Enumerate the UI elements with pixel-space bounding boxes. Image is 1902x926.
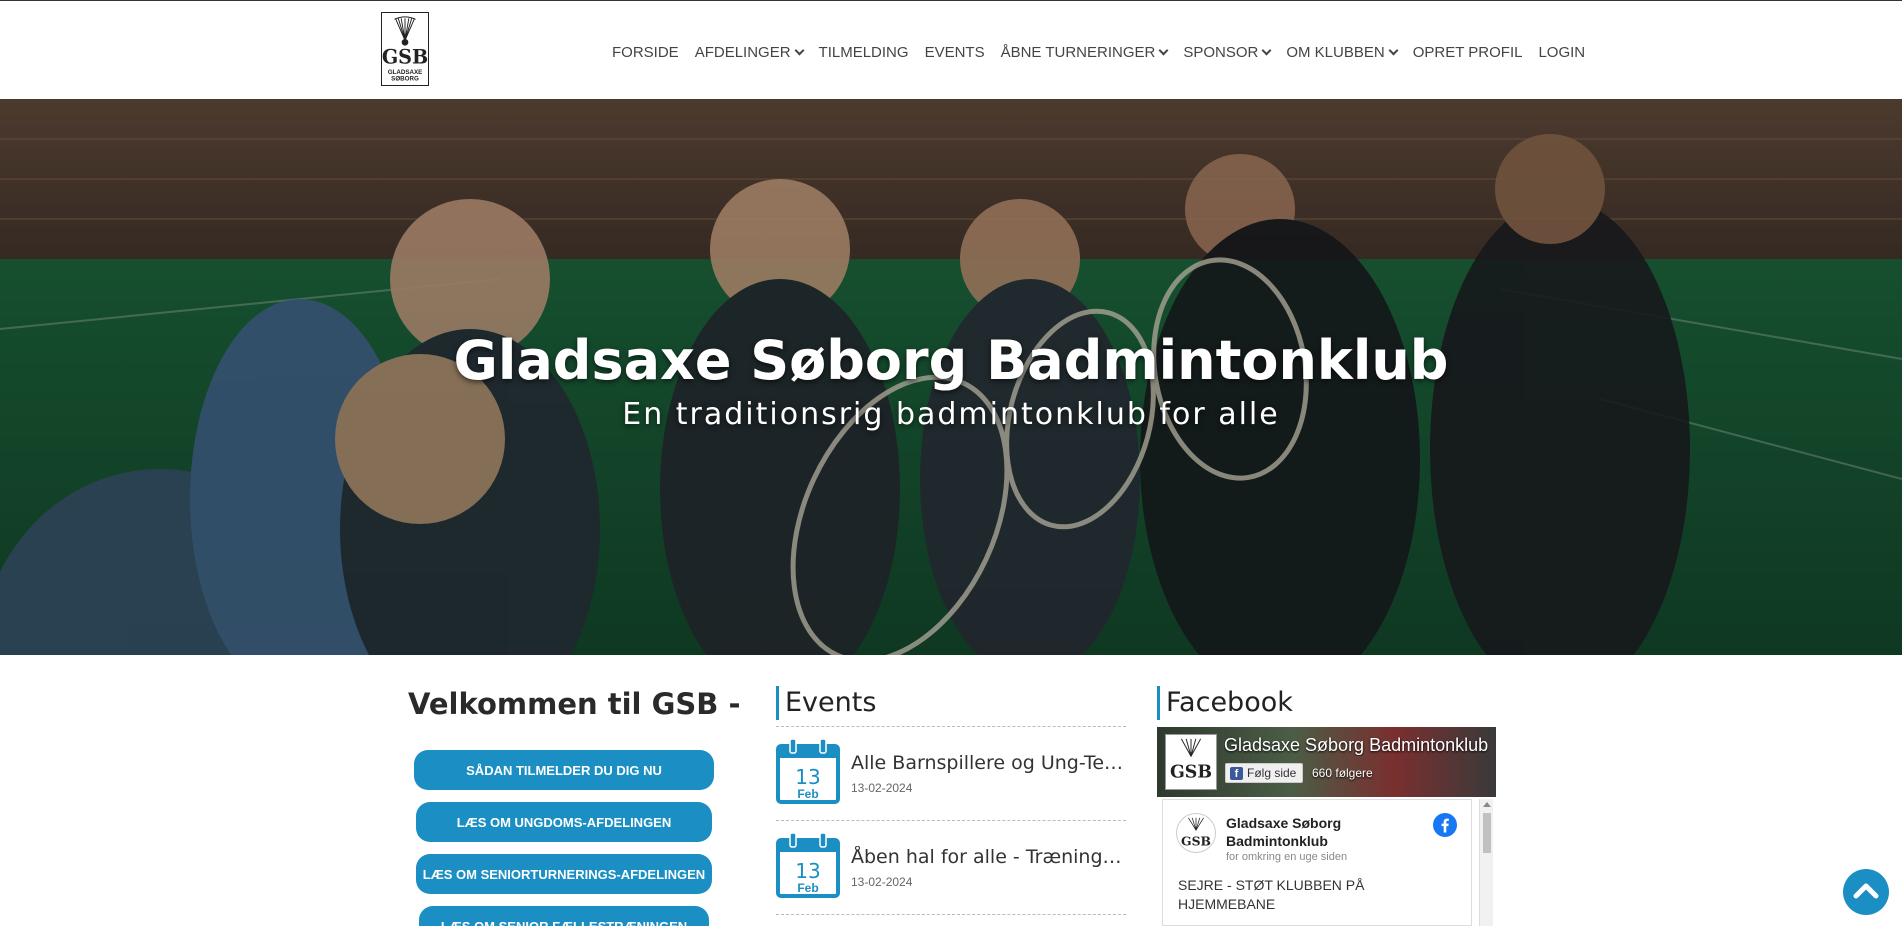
nav-sponsor[interactable]: SPONSOR [1183,43,1272,61]
nav-label: FORSIDE [612,43,679,61]
nav-afdelinger[interactable]: AFDELINGER [694,43,804,61]
post-timestamp: for omkring en uge siden [1226,851,1348,863]
nav-label: EVENTS [924,43,985,61]
svg-text:GSB: GSB [1181,833,1211,848]
event-date: 13-02-2024 [851,875,913,889]
chevron-down-icon [1158,45,1169,55]
nav-label: SPONSOR [1183,43,1259,61]
nav-label: AFDELINGER [694,43,791,61]
svg-text:SØBORG: SØBORG [391,76,419,83]
facebook-widget: GSB Gladsaxe Søborg Badmintonklub f Følg… [1157,727,1496,926]
event-day: 13 [795,859,821,883]
facebook-feed: GSB Gladsaxe Søborg Badmintonklub for om… [1162,799,1472,926]
nav-label: ÅBNE TURNERINGER [1000,43,1156,61]
main-nav: FORSIDE AFDELINGER TILMELDING EVENTS ÅBN… [612,42,1585,62]
chevron-up-icon [1853,883,1879,899]
chevron-down-icon [794,45,804,55]
divider [776,914,1126,915]
chevron-down-icon [1261,45,1272,55]
follower-count: 660 følgere [1312,766,1373,780]
nav-opret-profil[interactable]: OPRET PROFIL [1413,44,1523,61]
back-to-top-button[interactable] [1843,869,1889,915]
events-heading: Events [776,686,876,720]
welcome-title: Velkommen til GSB - [408,687,741,721]
calendar-icon: 13 Feb [776,832,840,898]
page-name[interactable]: Gladsaxe Søborg Badmintonklub [1224,735,1489,756]
nav-login[interactable]: LOGIN [1538,44,1585,61]
post-text: SEJRE - STØT KLUBBEN PÅ HJEMMEBANE [1178,877,1365,912]
svg-text:GSB: GSB [1170,762,1212,782]
nav-events[interactable]: EVENTS [925,44,985,61]
event-date: 13-02-2024 [851,781,913,795]
club-logo[interactable]: GSB GLADSAXE SØBORG [381,12,429,86]
site-header: GSB GLADSAXE SØBORG FORSIDE AFDELINGER T… [0,0,1902,99]
nav-forside[interactable]: FORSIDE [612,44,679,61]
feed-scrollbar[interactable] [1479,799,1493,926]
scroll-up-icon[interactable] [1483,802,1491,807]
nav-label: OM KLUBBEN [1286,43,1385,61]
hero-banner: Gladsaxe Søborg Badmintonklub En traditi… [0,99,1902,655]
gsb-logo-icon: GSB GLADSAXE SØBORG [382,16,428,83]
divider [776,820,1126,821]
post-author[interactable]: Gladsaxe Søborg Badmintonklub [1226,814,1426,850]
event-item[interactable]: 13 Feb Åben hal for alle - Træning i hal… [776,832,1126,904]
hero-subtitle: En traditionsrig badmintonklub for alle [622,397,1280,432]
event-title[interactable]: Alle Barnspillere og Ung-Teenspillere [851,752,1126,774]
event-month: Feb [797,787,819,801]
facebook-f-icon: f [1230,766,1243,780]
signup-guide-button[interactable]: SÅDAN TILMELDER DU DIG NU [414,750,714,790]
facebook-heading: Facebook [1157,686,1293,720]
nav-om-klubben[interactable]: OM KLUBBEN [1286,43,1399,61]
chevron-down-icon [1388,45,1399,55]
svg-text:GSB: GSB [382,45,428,68]
follow-page-button[interactable]: f Følg side [1225,763,1304,783]
nav-label: TILMELDING [818,43,909,61]
event-item[interactable]: 13 Feb Alle Barnspillere og Ung-Teenspil… [776,738,1126,810]
calendar-icon: 13 Feb [776,738,840,804]
scroll-thumb[interactable] [1483,813,1491,853]
nav-label: OPRET PROFIL [1412,43,1523,61]
nav-label: LOGIN [1538,43,1586,61]
nav-aabne-turneringer[interactable]: ÅBNE TURNERINGER [1000,43,1169,61]
facebook-icon[interactable] [1433,813,1457,837]
post-avatar[interactable]: GSB [1176,813,1216,853]
page-avatar[interactable]: GSB [1165,734,1217,790]
event-title[interactable]: Åben hal for alle - Træning i hallen [851,846,1126,868]
event-day: 13 [795,765,821,789]
divider [776,726,1126,727]
facebook-cover: GSB Gladsaxe Søborg Badmintonklub f Følg… [1157,727,1496,797]
nav-tilmelding[interactable]: TILMELDING [819,44,909,61]
hero-title: Gladsaxe Søborg Badmintonklub [453,329,1449,392]
event-month: Feb [797,881,819,895]
youth-department-button[interactable]: LÆS OM UNGDOMS-AFDELINGEN [416,802,712,842]
senior-training-button[interactable]: LÆS OM SENIOR FÆLLESTRÆNINGEN [419,906,709,926]
follow-label: Følg side [1247,766,1297,780]
senior-tournament-button[interactable]: LÆS OM SENIORTURNERINGS-AFDELINGEN [416,854,712,894]
